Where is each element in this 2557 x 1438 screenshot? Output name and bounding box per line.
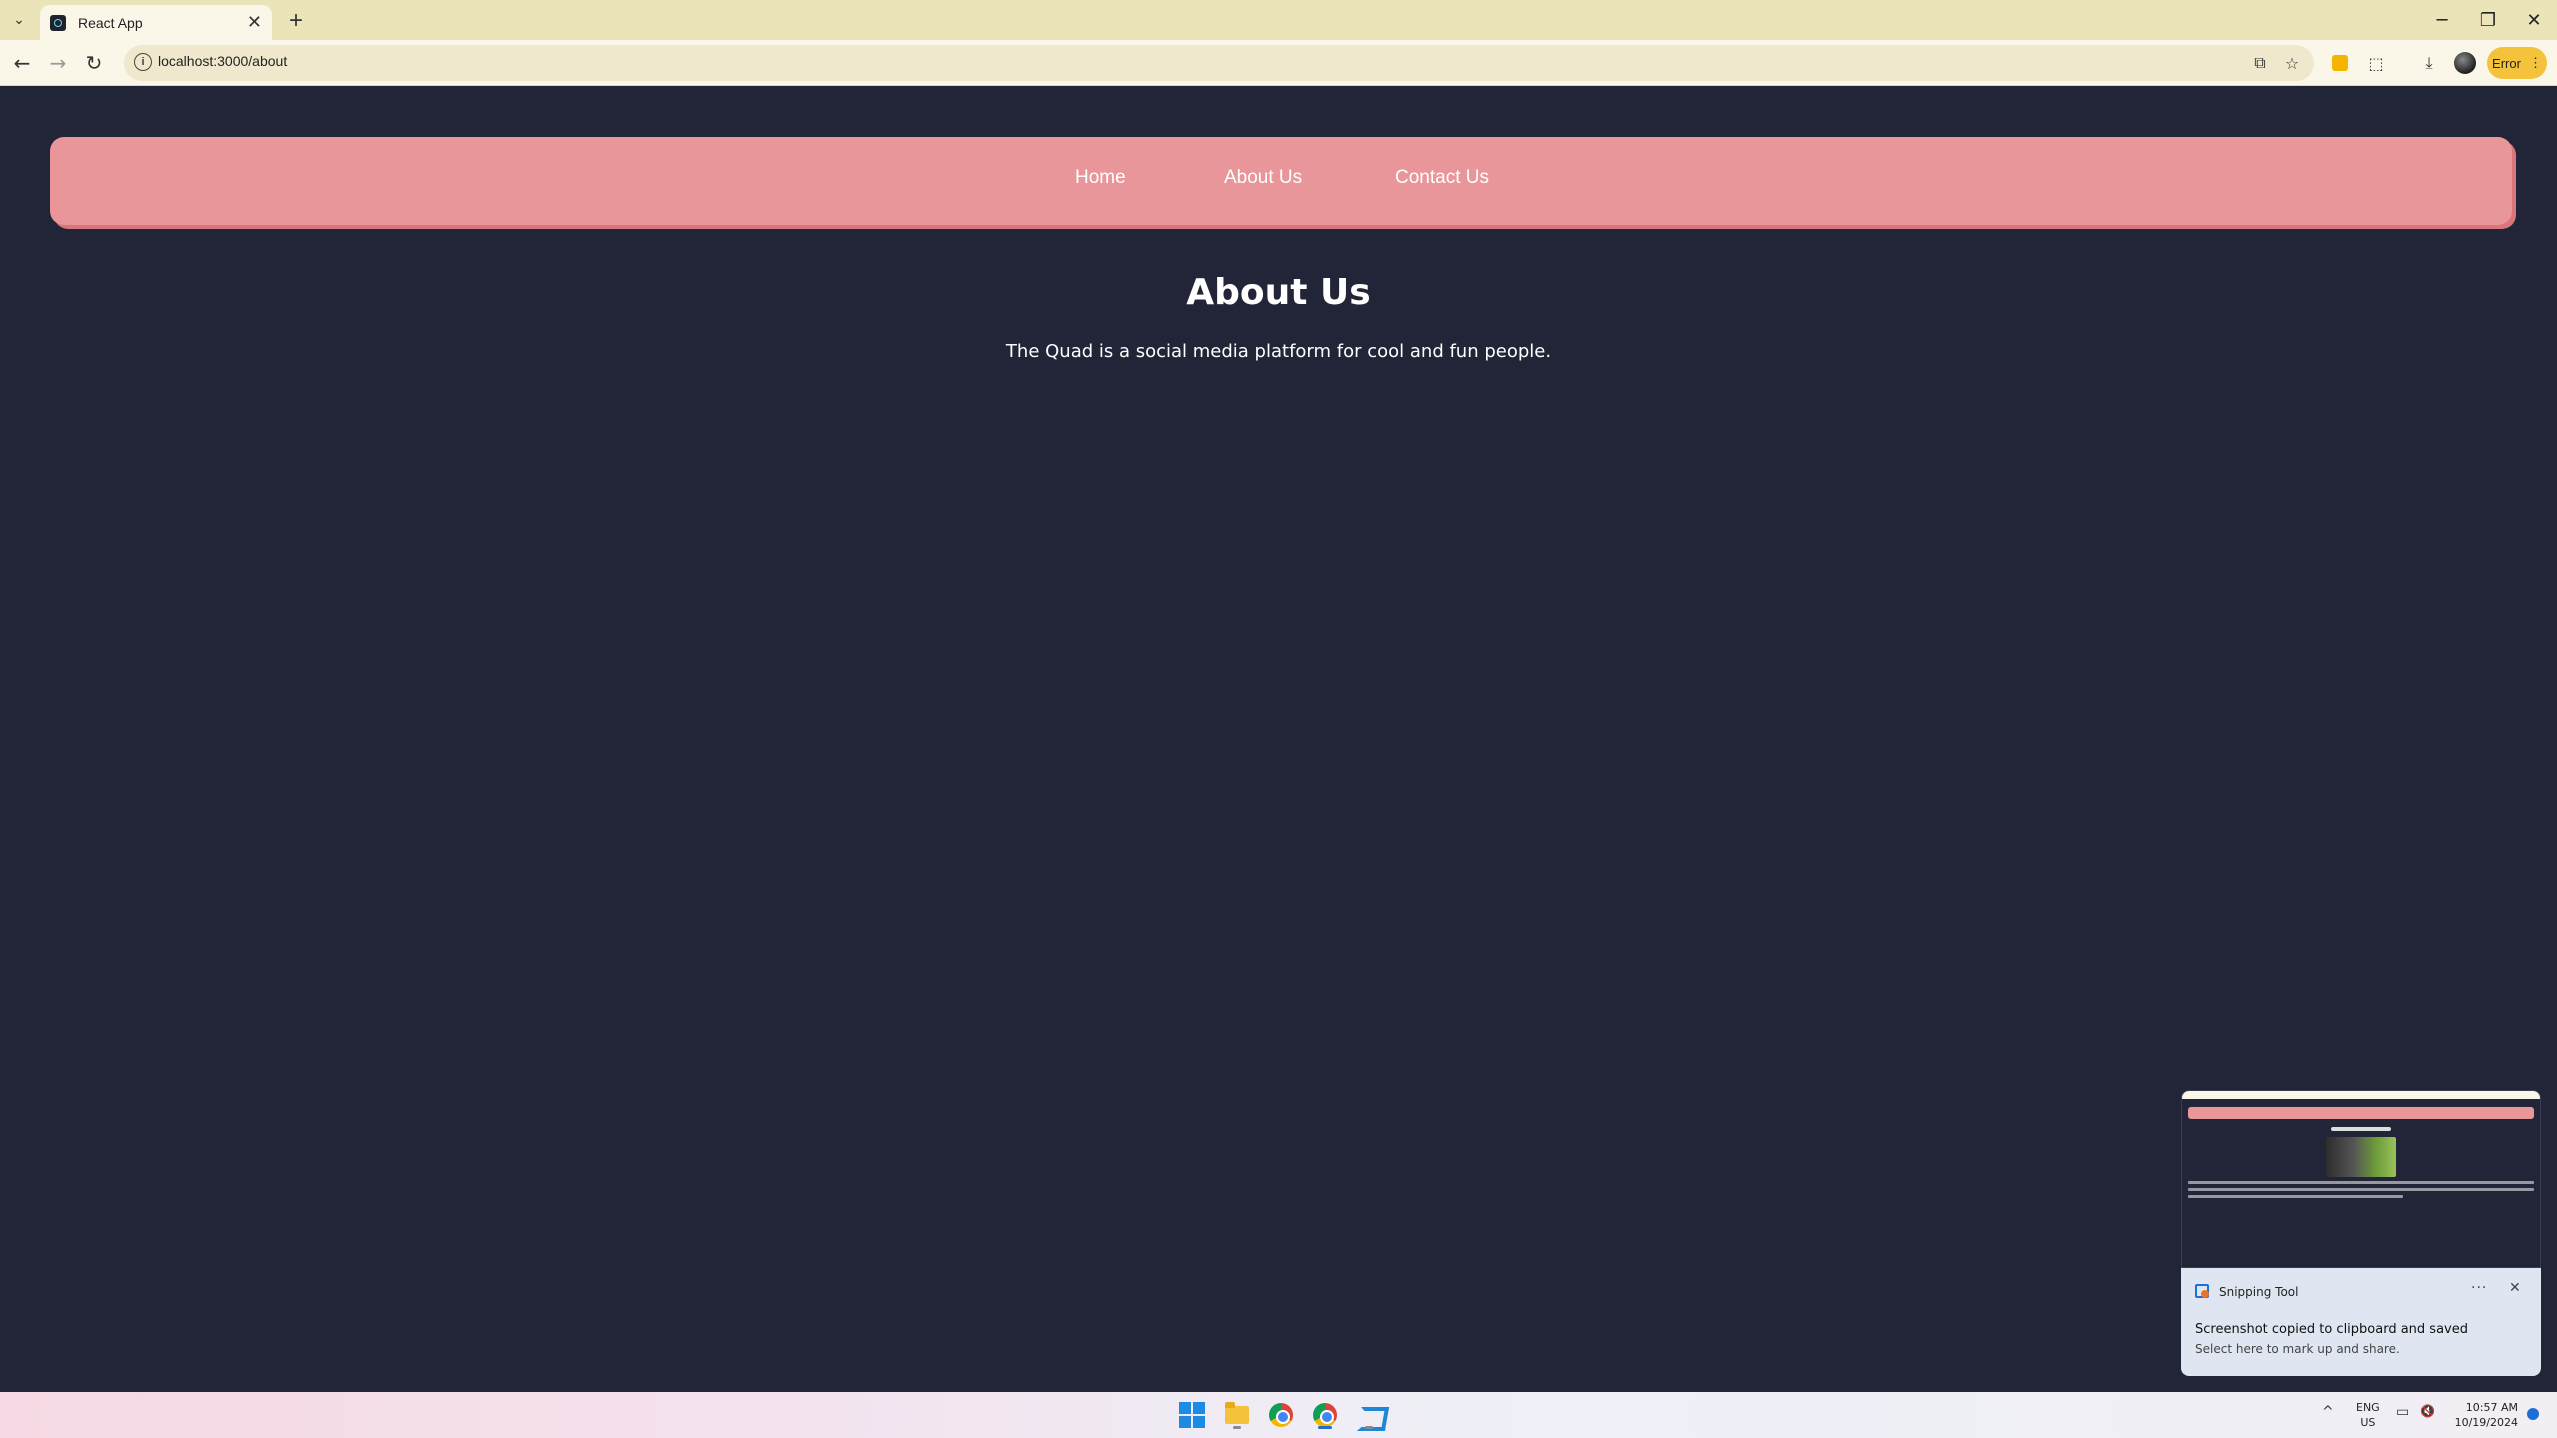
info-icon[interactable]: i (134, 53, 152, 71)
clock-time: 10:57 AM (2465, 1401, 2518, 1414)
minimize-icon[interactable]: ─ (2419, 0, 2465, 40)
page-description: The Quad is a social media platform for … (1005, 341, 1552, 362)
react-favicon-icon (50, 14, 66, 31)
star-icon[interactable]: ☆ (2280, 51, 2304, 75)
monitor-icon[interactable]: ▭ (2396, 1404, 2409, 1420)
kebab-menu-icon: ⋮ (2528, 55, 2542, 70)
region-code: US (2360, 1416, 2376, 1429)
system-clock[interactable]: 10:57 AM 10/19/2024 (2448, 1400, 2518, 1430)
error-label: Error (2492, 55, 2521, 71)
volume-muted-icon[interactable]: 🔇 (2420, 1404, 2435, 1418)
snipping-tool-icon (2195, 1284, 2211, 1300)
snipping-tool-notification[interactable]: Snipping Tool ··· ✕ Screenshot copied to… (2181, 1268, 2541, 1376)
back-arrow-icon[interactable]: ← (8, 49, 36, 77)
language-code: ENG (2356, 1401, 2380, 1414)
snipping-tool-header: Snipping Tool (2195, 1284, 2298, 1300)
tab-search-icon[interactable]: ⌄ (4, 8, 34, 32)
page-title: About Us (1186, 272, 1371, 313)
window-close-icon[interactable]: ✕ (2511, 0, 2557, 40)
window-controls: ─ ❐ ✕ (2419, 0, 2557, 40)
language-indicator[interactable]: ENG US (2356, 1400, 2380, 1430)
extension-icon[interactable] (2327, 50, 2353, 76)
install-app-icon[interactable]: ⧉ (2248, 51, 2272, 75)
nav-link-about-us[interactable]: About Us (1224, 167, 1302, 189)
close-icon[interactable]: ✕ (247, 13, 262, 32)
reload-icon[interactable]: ↻ (80, 49, 108, 77)
notification-icon[interactable] (2527, 1408, 2539, 1420)
close-icon[interactable]: ✕ (2509, 1280, 2521, 1296)
start-icon[interactable] (1176, 1399, 1208, 1431)
restore-icon[interactable]: ❐ (2465, 0, 2511, 40)
file-explorer-icon[interactable] (1221, 1399, 1253, 1431)
tab-react-app[interactable]: React App ✕ (40, 5, 272, 40)
site-navbar: Home About Us Contact Us (50, 137, 2512, 225)
chrome-icon[interactable] (1265, 1399, 1297, 1431)
vscode-icon[interactable] (1353, 1399, 1385, 1431)
snipping-tool-app-name: Snipping Tool (2219, 1285, 2299, 1299)
clock-date: 10/19/2024 (2454, 1416, 2518, 1429)
address-bar[interactable]: i localhost:3000/about ⧉ ☆ (124, 45, 2314, 81)
error-button[interactable]: Error ⋮ (2487, 47, 2547, 79)
windows-taskbar: ^ ENG US ▭ 🔇 10:57 AM 10/19/2024 (0, 1392, 2557, 1438)
notification-sub-message: Select here to mark up and share. (2195, 1342, 2400, 1356)
forward-arrow-icon[interactable]: → (44, 49, 72, 77)
browser-tabstrip: ⌄ React App ✕ + ─ ❐ ✕ (0, 0, 2557, 40)
nav-link-home[interactable]: Home (1075, 167, 1126, 189)
url-text[interactable]: localhost:3000/about (158, 53, 287, 69)
chrome-profile-icon[interactable] (1309, 1399, 1341, 1431)
tab-title: React App (78, 14, 143, 31)
new-tab-button[interactable]: + (282, 7, 310, 35)
browser-toolbar: ← → ↻ i localhost:3000/about ⧉ ☆ ⬚ ⤓ Err… (0, 40, 2557, 86)
avatar[interactable] (2452, 50, 2478, 76)
more-options-icon[interactable]: ··· (2471, 1280, 2487, 1296)
nav-link-contact-us[interactable]: Contact Us (1395, 167, 1489, 189)
screenshot-preview[interactable] (2181, 1090, 2541, 1268)
notification-message: Screenshot copied to clipboard and saved (2195, 1322, 2468, 1337)
puzzle-icon[interactable]: ⬚ (2363, 50, 2389, 76)
chevron-up-icon[interactable]: ^ (2322, 1404, 2334, 1420)
download-icon[interactable]: ⤓ (2416, 50, 2442, 76)
